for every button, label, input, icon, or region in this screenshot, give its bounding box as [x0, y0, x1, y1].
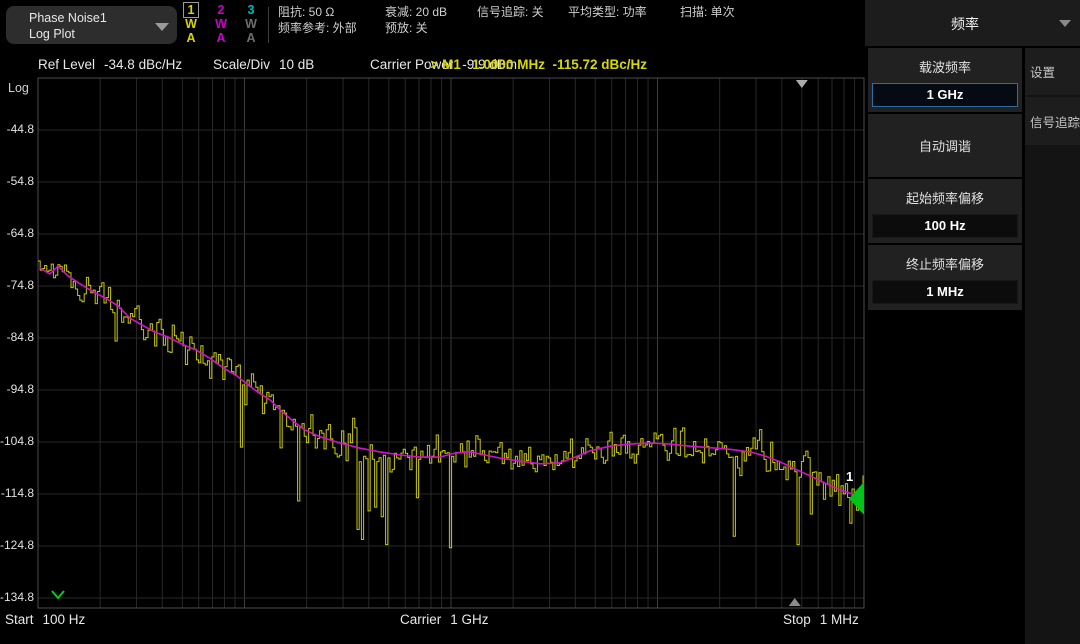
- setting-line: 阻抗: 50 Ω: [278, 4, 357, 20]
- scale-div-value: 10 dB: [279, 57, 314, 72]
- y-axis-tick: -94.8: [0, 382, 34, 396]
- setting-line: 衰减: 20 dB: [385, 4, 447, 20]
- y-axis-tick: -104.8: [0, 434, 34, 448]
- range-indicator-top-icon: [796, 80, 808, 88]
- sidebar-title: 频率: [865, 14, 1065, 34]
- y-axis-tick: -124.8: [0, 538, 34, 552]
- y-axis-tick: -114.8: [0, 486, 34, 500]
- stop-offset-label: 终止频率偏移: [868, 245, 1022, 273]
- carrier-frequency-value[interactable]: 1 GHz: [872, 83, 1018, 107]
- carrier-frequency-field: 载波频率 1 GHz: [868, 48, 1022, 112]
- y-axis-tick: -64.8: [0, 226, 34, 240]
- y-axis-tick: -54.8: [0, 174, 34, 188]
- topbar-divider: [268, 7, 269, 43]
- x-axis-carrier-label: Carrier1 GHz: [400, 612, 489, 627]
- sidebar-tabs: 设置信号追踪: [1025, 48, 1080, 644]
- x-axis-stop-label: Stop1 MHz: [783, 612, 859, 627]
- carrier-frequency-label: 载波频率: [868, 48, 1022, 76]
- sidebar-menu-header[interactable]: 频率: [865, 0, 1080, 46]
- setting-item: 衰减: 20 dB预放: 关: [385, 4, 447, 36]
- x-axis-start-label: Start100 Hz: [5, 612, 85, 627]
- tab-settings[interactable]: 设置: [1025, 48, 1080, 95]
- scale-div-label: Scale/Div: [213, 57, 270, 72]
- ref-level-value: -34.8 dBc/Hz: [104, 57, 182, 72]
- setting-item: 平均类型: 功率: [568, 4, 647, 20]
- y-axis-tick: -74.8: [0, 278, 34, 292]
- y-axis-tick: -84.8: [0, 330, 34, 344]
- stop-offset-value[interactable]: 1 MHz: [872, 280, 1018, 304]
- y-axis-mode-label: Log: [8, 81, 29, 95]
- auto-tune-button[interactable]: 自动调谐: [868, 114, 1022, 177]
- chart-header: Ref Level-34.8 dBc/Hz Scale/Div10 dB Car…: [0, 57, 865, 77]
- setting-line: 扫描: 单次: [680, 4, 735, 20]
- stop-offset-field: 终止频率偏移 1 MHz: [868, 245, 1022, 310]
- marker-readout: > M1 1.0000 MHz -115.72 dBc/Hz: [431, 57, 647, 72]
- start-offset-field: 起始频率偏移 100 Hz: [868, 179, 1022, 243]
- range-indicator-bottom-icon: [789, 598, 801, 606]
- marker-flag-label: 1: [846, 469, 853, 484]
- setting-item: 扫描: 单次: [680, 4, 735, 20]
- start-offset-label: 起始频率偏移: [868, 179, 1022, 207]
- trace-start-indicator-icon: [52, 591, 64, 598]
- tab-signal-tracking[interactable]: 信号追踪: [1025, 97, 1080, 145]
- y-axis-tick: -134.8: [0, 590, 34, 604]
- setting-line: 预放: 关: [385, 20, 447, 36]
- setting-line: 频率参考: 外部: [278, 20, 357, 36]
- scale-div-readout: Scale/Div 10 dB: [213, 57, 314, 72]
- start-offset-value[interactable]: 100 Hz: [872, 214, 1018, 238]
- ref-level-label: Ref Level: [38, 57, 95, 72]
- setting-line: 信号追踪: 关: [477, 4, 544, 20]
- topbar-settings: 阻抗: 50 Ω频率参考: 外部衰减: 20 dB预放: 关信号追踪: 关平均类…: [0, 0, 865, 50]
- chevron-down-icon: [1059, 20, 1071, 27]
- setting-line: 平均类型: 功率: [568, 4, 647, 20]
- sidebar-controls: 载波频率 1 GHz 自动调谐起始频率偏移 100 Hz 终止频率偏移 1 MHz: [868, 48, 1022, 312]
- setting-item: 阻抗: 50 Ω频率参考: 外部: [278, 4, 357, 36]
- y-axis-tick: -44.8: [0, 122, 34, 136]
- ref-level-readout: Ref Level -34.8 dBc/Hz: [38, 57, 182, 72]
- phase-noise-analyzer-window: 1 Phase Noise1 Log Plot 1WA2WA3WA 阻抗: 50…: [0, 0, 1080, 644]
- setting-item: 信号追踪: 关: [477, 4, 544, 20]
- sidebar: 频率 载波频率1 GHz自动调谐起始频率偏移100 Hz终止频率偏移1 MHz …: [865, 0, 1080, 644]
